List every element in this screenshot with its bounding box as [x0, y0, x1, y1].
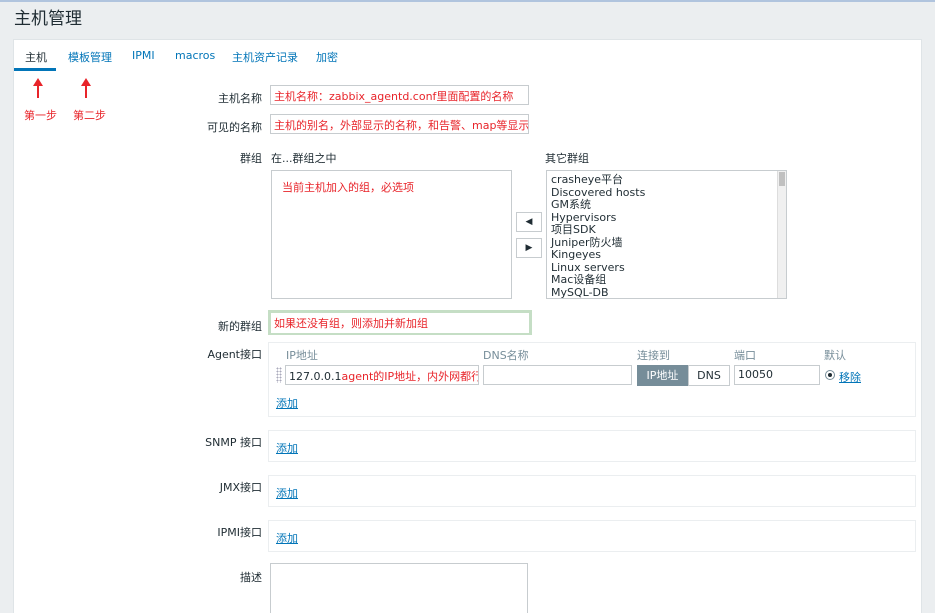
groups-label: 群组 — [240, 152, 262, 165]
description-label: 描述 — [240, 571, 262, 584]
list-item[interactable]: Kingeyes — [547, 248, 786, 262]
col-dns-header: DNS名称 — [483, 349, 529, 362]
col-port-header: 端口 — [734, 349, 756, 362]
tab-encryption[interactable]: 加密 — [316, 49, 338, 65]
agent-interface-label: Agent接口 — [207, 348, 262, 361]
in-groups-label: 在...群组之中 — [271, 152, 337, 165]
new-group-label: 新的群组 — [218, 320, 262, 333]
drag-handle-icon[interactable] — [276, 367, 282, 383]
port-input[interactable]: 10050 — [734, 365, 820, 385]
ip-note: agent的IP地址，内外网都行 — [341, 370, 479, 383]
tab-templates[interactable]: 模板管理 — [68, 49, 112, 65]
ip-input[interactable]: 127.0.0.1agent的IP地址，内外网都行 — [285, 365, 479, 385]
host-name-input[interactable]: 主机名称：zabbix_agentd.conf里面配置的名称 — [270, 85, 529, 105]
other-groups-listbox[interactable]: crasheye平台 Discovered hosts GM系统 Hypervi… — [546, 170, 787, 299]
list-item[interactable]: Mac设备组 — [547, 273, 786, 287]
agent-add-link[interactable]: 添加 — [276, 395, 298, 411]
other-groups-label: 其它群组 — [545, 152, 589, 165]
default-radio[interactable] — [825, 370, 835, 380]
scrollbar[interactable] — [777, 171, 786, 298]
list-item[interactable]: crasheye平台 — [547, 173, 786, 187]
active-tab-indicator — [14, 68, 56, 71]
description-textarea[interactable] — [270, 563, 528, 613]
tab-macros[interactable]: macros — [175, 49, 215, 62]
tab-host[interactable]: 主机 — [25, 49, 47, 65]
ipmi-add-link[interactable]: 添加 — [276, 530, 298, 546]
jmx-add-link[interactable]: 添加 — [276, 485, 298, 501]
scroll-thumb[interactable] — [779, 172, 785, 186]
in-groups-note: 当前主机加入的组，必选项 — [282, 181, 414, 194]
col-ip-header: IP地址 — [286, 349, 318, 362]
tab-inventory[interactable]: 主机资产记录 — [232, 49, 298, 65]
jmx-interface-label: JMX接口 — [219, 481, 262, 494]
visible-name-input[interactable]: 主机的别名，外部显示的名称，和告警、map等显示有关联 — [270, 114, 529, 134]
remove-link[interactable]: 移除 — [839, 369, 861, 385]
connect-ip-button[interactable]: IP地址 — [637, 365, 688, 386]
move-left-button[interactable]: ◀ — [516, 212, 542, 232]
ipmi-interface-label: IPMI接口 — [217, 526, 262, 539]
list-item[interactable]: 项目SDK — [547, 223, 786, 237]
visible-name-label: 可见的名称 — [207, 121, 262, 134]
col-connect-header: 连接到 — [637, 349, 670, 362]
snmp-interface-label: SNMP 接口 — [205, 436, 262, 449]
ip-value: 127.0.0.1 — [289, 370, 342, 383]
new-group-input[interactable]: 如果还没有组，则添加并新加组 — [271, 313, 529, 333]
in-groups-listbox[interactable]: 当前主机加入的组，必选项 — [271, 170, 512, 299]
list-item[interactable]: MySQL-DB — [547, 286, 786, 298]
dns-input[interactable] — [483, 365, 632, 385]
page-title: 主机管理 — [14, 9, 82, 29]
snmp-interface-box — [268, 430, 916, 462]
tab-ipmi[interactable]: IPMI — [132, 49, 155, 62]
col-default-header: 默认 — [824, 349, 846, 362]
connect-dns-button[interactable]: DNS — [688, 365, 730, 386]
snmp-add-link[interactable]: 添加 — [276, 440, 298, 456]
list-item[interactable]: GM系统 — [547, 198, 786, 212]
jmx-interface-box — [268, 475, 916, 507]
ipmi-interface-box — [268, 520, 916, 552]
top-border — [0, 0, 935, 2]
host-name-label: 主机名称 — [218, 92, 262, 105]
move-right-button[interactable]: ▶ — [516, 238, 542, 258]
